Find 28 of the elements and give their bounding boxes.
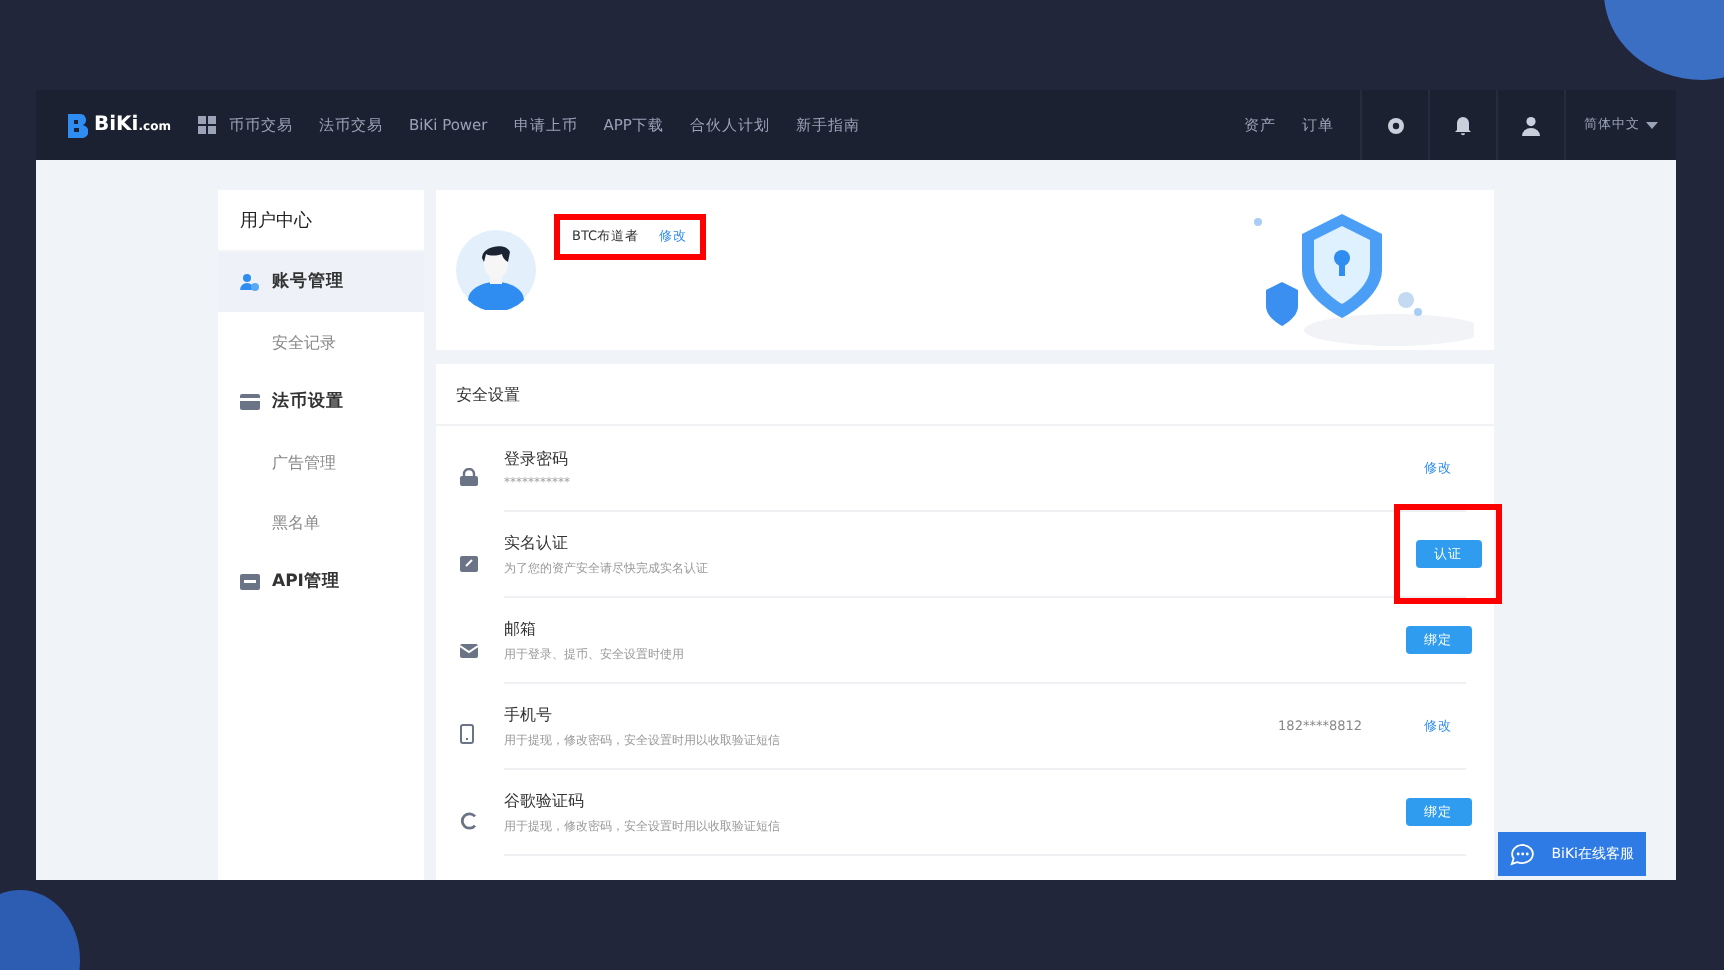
setting-title: 手机号: [504, 703, 554, 725]
caret-icon: [1646, 121, 1658, 129]
logo-icon: [68, 113, 88, 137]
sidebar-subitem[interactable]: 广告管理: [218, 432, 424, 492]
setting-title: 邮箱: [504, 617, 538, 639]
mail-icon: [460, 644, 478, 658]
setting-title: 登录密码: [504, 447, 570, 469]
card-icon: [240, 394, 260, 410]
phone-icon: [460, 724, 474, 744]
users-icon: [240, 273, 260, 291]
bell-icon[interactable]: [1454, 115, 1472, 135]
sidebar-subitem[interactable]: 黑名单: [218, 492, 424, 552]
sidebar-item[interactable]: 法币设置: [218, 372, 424, 432]
sidebar-item[interactable]: API管理: [218, 552, 424, 612]
setting-title: 实名认证: [504, 531, 570, 553]
avatar-icon: [456, 230, 536, 310]
chat-icon: [1510, 842, 1536, 866]
sidebar-subitem[interactable]: 安全记录: [218, 312, 424, 372]
id-card-icon: [460, 556, 478, 572]
sidebar-item[interactable]: 账号管理: [218, 252, 424, 312]
api-icon: [240, 574, 260, 590]
google-icon: [460, 812, 478, 830]
grid-icon[interactable]: [198, 116, 217, 134]
user-icon[interactable]: [1522, 115, 1540, 135]
lock-icon: [460, 468, 478, 486]
settings-icon[interactable]: [1385, 115, 1405, 135]
setting-title: 谷歌验证码: [504, 789, 586, 811]
section-title: 安全设置: [436, 364, 1494, 426]
